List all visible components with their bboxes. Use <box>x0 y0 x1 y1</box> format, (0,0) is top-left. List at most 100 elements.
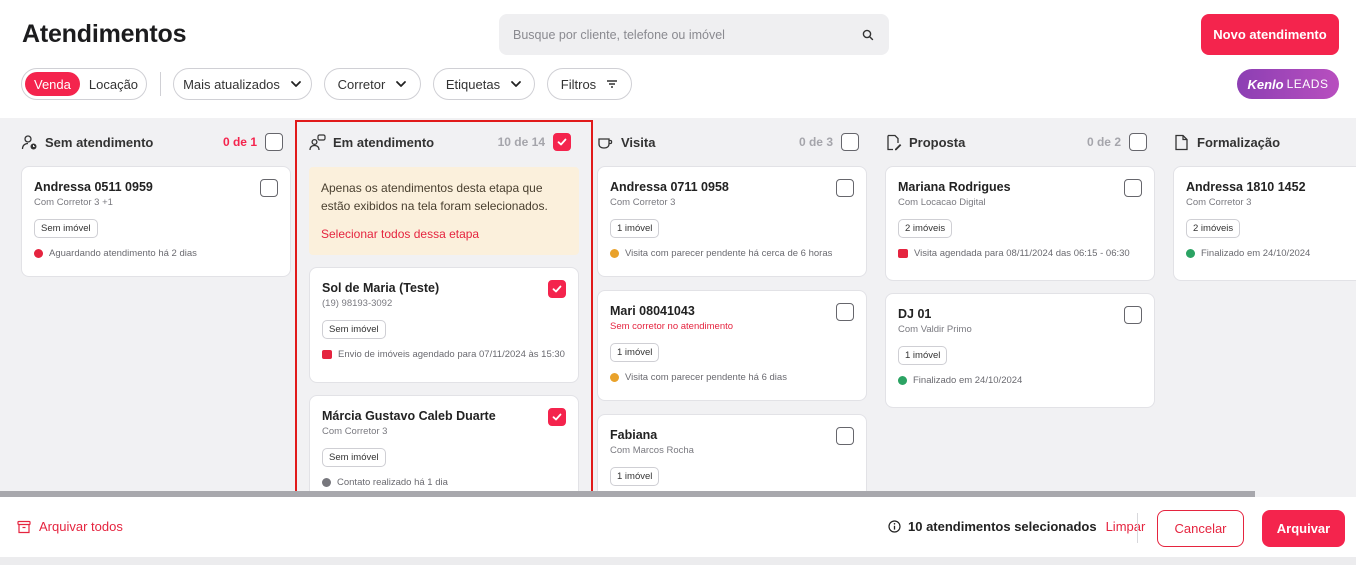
attendance-card[interactable]: Andressa 0711 0958 Com Corretor 3 1 imóv… <box>597 166 867 277</box>
column-header: Em atendimento 10 de 14 <box>309 128 579 156</box>
attendance-card[interactable]: Sol de Maria (Teste) (19) 98193-3092 Sem… <box>309 267 579 383</box>
calendar-icon <box>898 249 908 258</box>
selection-notice-text: Apenas os atendimentos desta etapa que e… <box>321 181 548 213</box>
info-icon <box>888 520 901 533</box>
segment-venda[interactable]: Venda <box>25 72 80 96</box>
document-icon <box>1175 134 1188 150</box>
archive-button[interactable]: Arquivar <box>1262 510 1345 547</box>
cancel-button[interactable]: Cancelar <box>1157 510 1244 547</box>
info-icon <box>322 478 331 487</box>
column-count: 0 de 2 <box>1086 135 1121 149</box>
filters-button[interactable]: Filtros <box>547 68 632 100</box>
page-title: Atendimentos <box>22 20 187 48</box>
clear-selection-link[interactable]: Limpar <box>1106 519 1146 534</box>
coffee-cup-icon <box>598 137 613 149</box>
status-text: Finalizado em 24/10/2024 <box>1201 248 1311 259</box>
sort-dropdown[interactable]: Mais atualizados <box>173 68 312 100</box>
alert-icon <box>34 249 43 258</box>
status-text: Finalizado em 24/10/2024 <box>913 375 1023 386</box>
selection-notice: Apenas os atendimentos desta etapa que e… <box>309 167 579 255</box>
tags-label: Etiquetas <box>445 76 501 92</box>
card-checkbox[interactable] <box>1124 179 1142 197</box>
chevron-down-icon <box>396 81 407 87</box>
column-select-checkbox[interactable] <box>1129 133 1147 151</box>
search-input[interactable] <box>513 27 861 42</box>
card-checkbox[interactable] <box>836 179 854 197</box>
card-checkbox[interactable] <box>260 179 278 197</box>
attendance-card[interactable]: Márcia Gustavo Caleb Duarte Com Corretor… <box>309 395 579 496</box>
card-checkbox[interactable] <box>548 280 566 298</box>
column-formalizacao: Formalização Andressa 1810 1452 Com Corr… <box>1173 118 1356 496</box>
kanban-board[interactable]: Sem atendimento 0 de 1 Andressa 0511 095… <box>0 118 1356 496</box>
kenlo-logo-text: Kenlo <box>1247 76 1284 92</box>
broker-dropdown[interactable]: Corretor <box>324 68 421 100</box>
property-tag: 1 imóvel <box>610 219 660 238</box>
column-count: 0 de 3 <box>798 135 833 149</box>
chevron-down-icon <box>291 81 301 87</box>
column-proposta: Proposta 0 de 2 Mariana Rodrigues Com Lo… <box>885 118 1155 496</box>
warning-icon <box>610 249 619 258</box>
column-select-checkbox[interactable] <box>553 133 571 151</box>
card-checkbox[interactable] <box>548 408 566 426</box>
column-select-checkbox[interactable] <box>265 133 283 151</box>
card-subtitle: Com Corretor 3 <box>322 426 388 437</box>
users-chat-icon <box>309 133 326 150</box>
select-all-stage-link[interactable]: Selecionar todos dessa etapa <box>321 227 567 241</box>
card-subtitle: Sem corretor no atendimento <box>610 321 734 332</box>
search-icon[interactable] <box>861 28 875 42</box>
check-icon <box>552 413 562 421</box>
attendance-card[interactable]: DJ 01 Com Valdir Primo 1 imóvel Finaliza… <box>885 293 1155 408</box>
tags-dropdown[interactable]: Etiquetas <box>433 68 535 100</box>
property-tag: 1 imóvel <box>898 346 948 365</box>
client-name: Márcia Gustavo Caleb Duarte <box>322 409 496 423</box>
column-header: Sem atendimento 0 de 1 <box>21 128 291 156</box>
archive-all-label: Arquivar todos <box>39 519 123 534</box>
status-text: Visita agendada para 08/11/2024 das 06:1… <box>914 248 1130 259</box>
card-status: Envio de imóveis agendado para 07/11/202… <box>322 349 566 360</box>
card-subtitle: (19) 98193-3092 <box>322 298 393 309</box>
archive-all-button[interactable]: Arquivar todos <box>17 519 123 534</box>
top-bar: Atendimentos Novo atendimento Venda Loca… <box>0 0 1356 118</box>
divider <box>160 72 161 96</box>
card-checkbox[interactable] <box>836 427 854 445</box>
kenlo-logo-suffix: LEADS <box>1286 77 1329 91</box>
segment-locacao[interactable]: Locação <box>80 72 147 96</box>
search-box[interactable] <box>499 14 889 55</box>
status-text: Envio de imóveis agendado para 07/11/202… <box>338 349 565 360</box>
client-name: Fabiana <box>610 428 658 442</box>
warning-icon <box>610 373 619 382</box>
filter-icon <box>607 80 618 88</box>
attendance-card[interactable]: Mariana Rodrigues Com Locacao Digital 2 … <box>885 166 1155 281</box>
column-title: Formalização <box>1197 134 1281 150</box>
filters-label: Filtros <box>560 76 597 92</box>
status-text: Contato realizado há 1 dia <box>337 477 448 488</box>
card-status: Visita com parecer pendente há cerca de … <box>610 248 854 259</box>
broker-label: Corretor <box>337 76 386 92</box>
chevron-down-icon <box>511 81 521 87</box>
card-subtitle: Com Locacao Digital <box>898 197 986 208</box>
property-tag: 2 imóveis <box>1186 219 1241 238</box>
card-status: Visita com parecer pendente há 6 dias <box>610 372 854 383</box>
card-status: Aguardando atendimento há 2 dias <box>34 248 278 259</box>
attendance-card[interactable]: Mari 08041043 Sem corretor no atendiment… <box>597 290 867 401</box>
archive-icon <box>17 520 31 533</box>
document-edit-icon <box>887 134 902 150</box>
property-tag: Sem imóvel <box>322 320 386 339</box>
card-status: Finalizado em 24/10/2024 <box>1186 248 1356 259</box>
selection-count: 10 atendimentos selecionados <box>908 519 1097 534</box>
attendance-card[interactable]: Andressa 1810 1452 Com Corretor 3 2 imóv… <box>1173 166 1356 281</box>
column-title: Sem atendimento <box>45 134 154 150</box>
card-checkbox[interactable] <box>836 303 854 321</box>
kenlo-leads-logo[interactable]: Kenlo LEADS <box>1237 69 1339 99</box>
new-attendance-button[interactable]: Novo atendimento <box>1201 14 1339 55</box>
column-sem-atendimento: Sem atendimento 0 de 1 Andressa 0511 095… <box>21 118 291 496</box>
property-tag: 1 imóvel <box>610 343 660 362</box>
status-text: Aguardando atendimento há 2 dias <box>49 248 197 259</box>
selection-footer: Arquivar todos 10 atendimentos seleciona… <box>0 497 1356 557</box>
attendance-card[interactable]: Fabiana Com Marcos Rocha 1 imóvel <box>597 414 867 496</box>
card-checkbox[interactable] <box>1124 306 1142 324</box>
sort-label: Mais atualizados <box>183 76 280 92</box>
attendance-card[interactable]: Andressa 0511 0959 Com Corretor 3 +1 Sem… <box>21 166 291 277</box>
column-select-checkbox[interactable] <box>841 133 859 151</box>
client-name: Andressa 0511 0959 <box>34 180 153 194</box>
